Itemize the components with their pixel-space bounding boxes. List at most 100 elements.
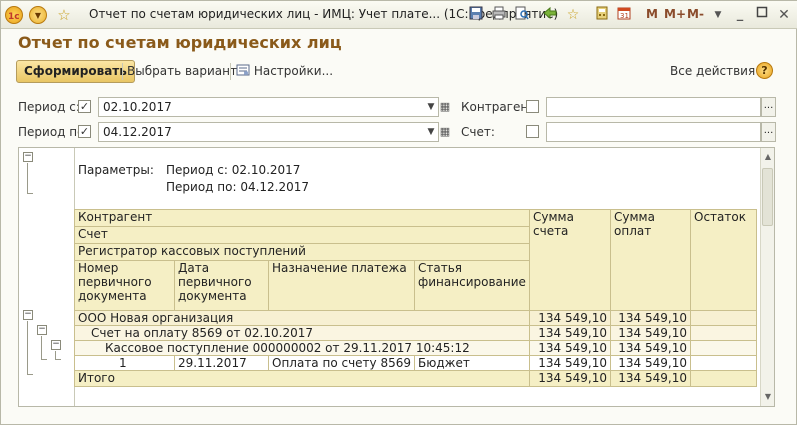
invoice-name: Счет на оплату 8569 от 02.10.2017 bbox=[74, 325, 530, 341]
all-actions-menu[interactable]: Все действия ▼ bbox=[670, 64, 765, 78]
header-item: Статья финансирование bbox=[414, 260, 530, 311]
account-checkbox[interactable] bbox=[526, 125, 539, 138]
table-row-cash[interactable]: Кассовое поступление 000000002 от 29.11.… bbox=[74, 340, 757, 356]
window-title: Отчет по счетам юридических лиц - ИМЦ: У… bbox=[89, 7, 559, 21]
favorite-star-icon[interactable]: ☆ bbox=[55, 6, 73, 24]
period-from-field[interactable]: 02.10.2017 bbox=[98, 97, 439, 117]
go-forward-icon[interactable] bbox=[541, 6, 559, 24]
detail-balance bbox=[690, 355, 757, 371]
collapse-params-icon[interactable]: − bbox=[23, 152, 33, 162]
account-field[interactable] bbox=[546, 122, 761, 142]
counterparty-field[interactable] bbox=[546, 97, 761, 117]
period-to-field[interactable]: 04.12.2017 bbox=[98, 122, 439, 142]
param-period-to: Период по: 04.12.2017 bbox=[166, 180, 310, 194]
app-window: 1c ▼ ☆ Отчет по счетам юридических лиц -… bbox=[0, 0, 797, 425]
memory-plus-button[interactable]: M+ bbox=[664, 7, 686, 21]
settings-label: Настройки... bbox=[253, 64, 334, 78]
chevron-down-icon[interactable]: ▼ bbox=[709, 6, 727, 24]
scroll-up-icon[interactable]: ▲ bbox=[761, 150, 774, 164]
calendar-icon[interactable]: 31 bbox=[615, 6, 633, 24]
collapse-invoice-icon[interactable]: − bbox=[37, 325, 47, 335]
header-balance: Остаток bbox=[690, 209, 757, 311]
close-icon[interactable]: ✕ bbox=[775, 6, 793, 24]
preview-icon[interactable] bbox=[513, 6, 531, 24]
generate-button[interactable]: Сформировать bbox=[16, 60, 135, 83]
period-from-checkbox[interactable]: ✓ bbox=[78, 100, 91, 113]
period-from-dropdown-icon[interactable]: ▼ bbox=[424, 98, 438, 116]
counterparty-select-button[interactable]: ... bbox=[761, 97, 776, 117]
print-icon[interactable] bbox=[490, 6, 508, 24]
period-to-value: 04.12.2017 bbox=[103, 125, 172, 139]
grouping-gutter: − − − − bbox=[19, 148, 75, 406]
period-from-calendar-icon[interactable]: ▦ bbox=[438, 98, 452, 116]
toolbar-separator bbox=[230, 63, 231, 80]
group-line bbox=[27, 374, 33, 375]
table-row-total[interactable]: Итого 134 549,10 134 549,10 bbox=[74, 370, 757, 387]
detail-num: 1 bbox=[74, 355, 175, 371]
header-doc-date: Дата первичного документа bbox=[174, 260, 269, 311]
total-balance bbox=[690, 370, 757, 387]
collapse-cash-icon[interactable]: − bbox=[51, 340, 61, 350]
account-label: Счет: bbox=[461, 125, 495, 139]
group-line bbox=[27, 163, 28, 193]
command-bar: Сформировать Выбрать вариант... Настройк… bbox=[16, 60, 781, 84]
header-doc-number: Номер первичного документа bbox=[74, 260, 175, 311]
detail-date: 29.11.2017 bbox=[174, 355, 269, 371]
svg-text:31: 31 bbox=[620, 12, 629, 20]
group-line bbox=[41, 359, 47, 360]
page-title: Отчет по счетам юридических лиц bbox=[18, 33, 342, 52]
period-to-calendar-icon[interactable]: ▦ bbox=[438, 123, 452, 141]
org-sum-account: 134 549,10 bbox=[529, 310, 611, 326]
period-to-dropdown-icon[interactable]: ▼ bbox=[424, 123, 438, 141]
table-row-org[interactable]: ООО Новая организация 134 549,10 134 549… bbox=[74, 310, 757, 326]
save-icon[interactable] bbox=[467, 6, 485, 24]
period-to-checkbox[interactable]: ✓ bbox=[78, 125, 91, 138]
detail-purpose: Оплата по счету 8569 bbox=[268, 355, 415, 371]
param-period-from: Период с: 02.10.2017 bbox=[166, 163, 301, 177]
header-sum-paid: Сумма оплат bbox=[610, 209, 691, 311]
collapse-org-icon[interactable]: − bbox=[23, 310, 33, 320]
cash-sum-account: 134 549,10 bbox=[529, 340, 611, 356]
all-actions-label: Все действия bbox=[670, 64, 756, 78]
invoice-sum-paid: 134 549,10 bbox=[610, 325, 691, 341]
cash-balance bbox=[690, 340, 757, 356]
org-balance bbox=[690, 310, 757, 326]
scroll-thumb[interactable] bbox=[762, 168, 773, 226]
invoice-sum-account: 134 549,10 bbox=[529, 325, 611, 341]
header-sum-account: Сумма счета bbox=[529, 209, 611, 311]
params-label: Параметры: bbox=[78, 163, 154, 177]
account-select-button[interactable]: ... bbox=[761, 122, 776, 142]
group-line bbox=[55, 351, 56, 359]
table-row-detail[interactable]: 1 29.11.2017 Оплата по счету 8569 Бюджет… bbox=[74, 355, 757, 371]
header-counterparty: Контрагент bbox=[74, 209, 530, 227]
counterparty-checkbox[interactable] bbox=[526, 100, 539, 113]
settings-icon bbox=[236, 64, 250, 76]
report-spreadsheet[interactable]: − − − − Параметры: Период с: 02.10.2017 … bbox=[18, 147, 775, 407]
total-label: Итого bbox=[74, 370, 530, 387]
memory-m-button[interactable]: M bbox=[646, 7, 658, 21]
minimize-icon[interactable]: _ bbox=[731, 6, 749, 24]
detail-item: Бюджет bbox=[414, 355, 530, 371]
maximize-icon[interactable] bbox=[753, 6, 771, 24]
table-row-invoice[interactable]: Счет на оплату 8569 от 02.10.2017 134 54… bbox=[74, 325, 757, 341]
period-from-value: 02.10.2017 bbox=[103, 100, 172, 114]
total-sum-account: 134 549,10 bbox=[529, 370, 611, 387]
total-sum-paid: 134 549,10 bbox=[610, 370, 691, 387]
scroll-down-icon[interactable]: ▼ bbox=[761, 390, 774, 404]
invoice-balance bbox=[690, 325, 757, 341]
cash-name: Кассовое поступление 000000002 от 29.11.… bbox=[74, 340, 530, 356]
settings-button[interactable]: Настройки... bbox=[236, 64, 333, 78]
detail-sum-account: 134 549,10 bbox=[529, 355, 611, 371]
header-row: Контрагент Сумма счета Сумма оплат Остат… bbox=[74, 209, 757, 311]
vertical-scrollbar[interactable]: ▲ ▼ bbox=[760, 148, 774, 406]
cash-sum-paid: 134 549,10 bbox=[610, 340, 691, 356]
report-table: Контрагент Сумма счета Сумма оплат Остат… bbox=[74, 209, 757, 387]
app-logo-icon[interactable]: 1c bbox=[5, 6, 23, 24]
group-line bbox=[27, 321, 28, 374]
calculator-icon[interactable] bbox=[593, 6, 611, 24]
svg-text:1c: 1c bbox=[8, 12, 20, 20]
memory-minus-button[interactable]: M- bbox=[687, 7, 704, 21]
help-button[interactable]: ? bbox=[756, 62, 773, 79]
menu-dropdown-icon[interactable]: ▼ bbox=[29, 6, 47, 24]
bookmark-star-icon[interactable]: ☆ bbox=[564, 6, 582, 24]
